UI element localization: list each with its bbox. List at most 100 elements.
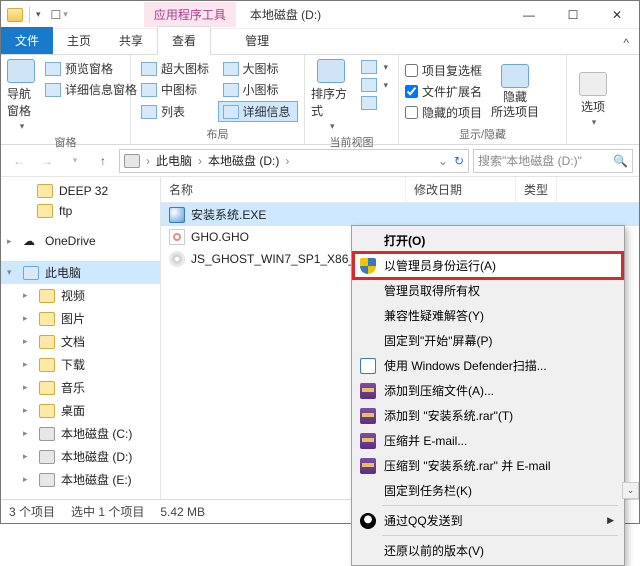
exe-icon <box>169 207 185 223</box>
tab-view[interactable]: 查看 <box>157 26 211 55</box>
cm-compress-email[interactable]: 压缩并 E-mail... <box>354 428 622 453</box>
cm-add-archive[interactable]: 添加到压缩文件(A)... <box>354 378 622 403</box>
tree-thispc[interactable]: ▾此电脑 <box>1 261 160 284</box>
minimize-button[interactable]: — <box>507 1 551 29</box>
search-icon: 🔍 <box>613 154 628 168</box>
tree-drive-d[interactable]: ▸本地磁盘 (D:) <box>1 445 160 468</box>
column-type[interactable]: 类型 <box>516 177 557 202</box>
tree-scroll-down[interactable]: ⌄ <box>622 482 639 499</box>
cm-troubleshoot[interactable]: 兼容性疑难解答(Y) <box>354 303 622 328</box>
hide-selected-button[interactable]: 隐藏 所选项目 <box>488 59 542 124</box>
preview-pane-button[interactable]: 预览窗格 <box>41 59 141 78</box>
tab-share[interactable]: 共享 <box>105 27 157 54</box>
nav-pane-label: 导航窗格 <box>7 85 35 119</box>
maximize-button[interactable]: ☐ <box>551 1 595 29</box>
cm-pin-taskbar[interactable]: 固定到任务栏(K) <box>354 478 622 503</box>
column-date[interactable]: 修改日期 <box>406 177 516 202</box>
cm-separator <box>382 535 618 536</box>
file-ext-toggle[interactable]: 文件扩展名 <box>405 82 482 101</box>
submenu-arrow-icon: ▶ <box>607 515 614 526</box>
qat-chevron-icon[interactable]: ▾ <box>63 9 68 20</box>
breadcrumb-thispc[interactable]: 此电脑 <box>156 152 192 169</box>
details-pane-button[interactable]: 详细信息窗格 <box>41 80 141 99</box>
ribbon-group-layout: 布局 <box>137 124 298 142</box>
view-extralarge[interactable]: 超大图标 <box>137 59 217 78</box>
rar-icon <box>360 458 376 474</box>
sort-button[interactable]: 排序方式 ▾ <box>311 59 351 132</box>
cm-run-as-admin[interactable]: 以管理员身份运行(A) <box>354 253 622 278</box>
cm-pin-start[interactable]: 固定到"开始"屏幕(P) <box>354 328 622 353</box>
nav-tree[interactable]: DEEP 32 ftp ▸☁OneDrive ▾此电脑 ▸视频 ▸图片 ▸文档 … <box>1 177 161 499</box>
cm-compress-rar-email[interactable]: 压缩到 "安装系统.rar" 并 E-mail <box>354 453 622 478</box>
tree-desktop[interactable]: ▸桌面 <box>1 399 160 422</box>
ribbon-group-showhide: 显示/隐藏 <box>405 124 560 142</box>
qat-props-icon[interactable]: ☐ <box>51 8 62 22</box>
window-icon <box>7 8 23 22</box>
search-input[interactable]: 搜索"本地磁盘 (D:)" 🔍 <box>473 149 633 173</box>
view-large[interactable]: 大图标 <box>219 59 299 78</box>
tree-onedrive[interactable]: ▸☁OneDrive <box>1 231 160 251</box>
defender-icon <box>360 358 376 374</box>
tab-file[interactable]: 文件 <box>1 27 53 54</box>
file-row[interactable]: 安装系统.EXE <box>161 203 639 226</box>
cm-add-rar[interactable]: 添加到 "安装系统.rar"(T) <box>354 403 622 428</box>
tree-documents[interactable]: ▸文档 <box>1 330 160 353</box>
view-details[interactable]: 详细信息 <box>218 101 299 122</box>
status-count: 3 个项目 <box>9 503 55 520</box>
tree-drive-e[interactable]: ▸本地磁盘 (E:) <box>1 468 160 491</box>
pc-icon <box>23 266 39 280</box>
recent-dropdown[interactable]: ▾ <box>63 149 87 173</box>
sort-label: 排序方式 <box>311 85 351 119</box>
tree-videos[interactable]: ▸视频 <box>1 284 160 307</box>
status-selected: 选中 1 个项目 <box>71 503 144 520</box>
tree-music[interactable]: ▸音乐 <box>1 376 160 399</box>
tab-manage[interactable]: 管理 <box>231 27 283 54</box>
view-medium[interactable]: 中图标 <box>137 80 217 99</box>
tree-deep32[interactable]: DEEP 32 <box>1 181 160 201</box>
cm-defender[interactable]: 使用 Windows Defender扫描... <box>354 353 622 378</box>
groupby-button[interactable]: ▾ <box>357 59 392 75</box>
tab-home[interactable]: 主页 <box>53 27 105 54</box>
qat-dropdown-icon[interactable]: ▾ <box>36 9 41 20</box>
rar-icon <box>360 408 376 424</box>
view-list[interactable]: 列表 <box>137 101 216 122</box>
item-checkboxes-toggle[interactable]: 项目复选框 <box>405 61 482 80</box>
tree-pictures[interactable]: ▸图片 <box>1 307 160 330</box>
cm-qq-send[interactable]: 通过QQ发送到▶ <box>354 508 622 533</box>
address-dropdown-icon[interactable]: ⌄ <box>438 154 448 168</box>
hidden-items-toggle[interactable]: 隐藏的项目 <box>405 103 482 122</box>
ribbon-group-current: 当前视图 <box>311 132 392 150</box>
view-small[interactable]: 小图标 <box>219 80 299 99</box>
addcolumn-button[interactable]: ▾ <box>357 77 392 93</box>
back-button[interactable]: ← <box>7 149 31 173</box>
iso-icon <box>169 251 185 267</box>
onedrive-icon: ☁ <box>23 234 39 248</box>
window-title: 本地磁盘 (D:) <box>250 6 507 23</box>
breadcrumb-drive[interactable]: 本地磁盘 (D:) <box>208 152 279 169</box>
ribbon-toggle-icon[interactable]: ^ <box>613 32 639 54</box>
close-button[interactable]: ✕ <box>595 1 639 29</box>
rar-icon <box>360 383 376 399</box>
qq-icon <box>360 513 376 529</box>
cm-admin-ownership[interactable]: 管理员取得所有权 <box>354 278 622 303</box>
tree-downloads[interactable]: ▸下载 <box>1 353 160 376</box>
shield-icon <box>360 258 376 274</box>
nav-pane-button[interactable]: 导航窗格 ▾ <box>7 59 35 132</box>
tree-ftp[interactable]: ftp <box>1 201 160 221</box>
address-bar[interactable]: › 此电脑 › 本地磁盘 (D:) › ⌄ ↻ <box>119 149 469 173</box>
context-menu: 打开(O) 以管理员身份运行(A) 管理员取得所有权 兼容性疑难解答(Y) 固定… <box>351 225 625 566</box>
cm-separator <box>382 505 618 506</box>
up-button[interactable]: ↑ <box>91 149 115 173</box>
cm-open[interactable]: 打开(O) <box>354 228 622 253</box>
cm-restore-prev[interactable]: 还原以前的版本(V) <box>354 538 622 563</box>
ribbon-group-pane: 窗格 <box>7 132 124 150</box>
forward-button[interactable]: → <box>35 149 59 173</box>
tree-drive-c[interactable]: ▸本地磁盘 (C:) <box>1 422 160 445</box>
options-button[interactable]: 选项 ▾ <box>573 59 613 140</box>
refresh-icon[interactable]: ↻ <box>454 154 464 168</box>
column-name[interactable]: 名称 <box>161 177 406 202</box>
drive-icon <box>124 154 140 168</box>
sizecolumns-button[interactable] <box>357 95 392 111</box>
rar-icon <box>360 433 376 449</box>
status-size: 5.42 MB <box>160 505 205 519</box>
